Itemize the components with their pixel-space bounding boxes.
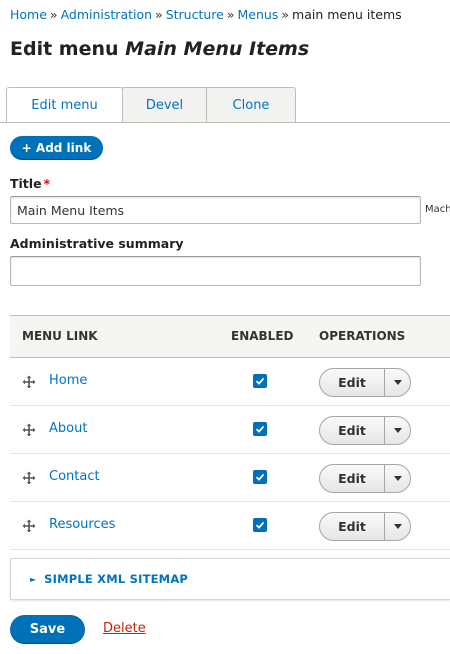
breadcrumb-current: main menu items [292,7,402,22]
tab-bar: Edit menu Devel Clone [6,87,296,123]
checkmark-icon [255,425,265,433]
enabled-checkbox[interactable] [253,374,267,388]
breadcrumb: Home» Administration» Structure» Menus» main… [10,7,402,22]
tab-edit-menu[interactable]: Edit menu [6,87,123,123]
operations-toggle[interactable] [385,417,410,444]
title-input[interactable]: Main Menu Items [10,196,421,224]
edit-button[interactable]: Edit [320,465,385,492]
menu-links-table: MENU LINK ENABLED OPERATIONS Home Edit A… [10,315,450,550]
menu-link-home[interactable]: Home [49,373,87,388]
header-operations: OPERATIONS [319,329,406,343]
table-header: MENU LINK ENABLED OPERATIONS [10,315,450,358]
checkmark-icon [255,377,265,385]
operations-dropbutton: Edit [319,416,411,445]
summary-label: Administrative summary [10,236,184,251]
delete-link[interactable]: Delete [103,621,146,636]
table-row: About Edit [10,406,450,454]
breadcrumb-structure[interactable]: Structure [166,7,224,22]
chevron-down-icon [393,524,402,529]
tab-clone[interactable]: Clone [206,87,296,122]
enabled-checkbox[interactable] [253,422,267,436]
machine-name-label: Mach [425,204,450,215]
enabled-checkbox[interactable] [253,518,267,532]
title-label-text: Title [10,176,42,191]
required-marker: * [43,176,51,191]
drag-handle-icon[interactable] [22,422,36,437]
title-label: Title * [10,176,50,191]
summary-input[interactable] [10,256,421,286]
operations-toggle[interactable] [385,465,410,492]
tab-devel[interactable]: Devel [122,87,207,122]
breadcrumb-separator: » [281,7,290,22]
menu-link-contact[interactable]: Contact [49,469,100,484]
header-menu-link: MENU LINK [22,329,98,343]
menu-link-resources[interactable]: Resources [49,517,115,532]
chevron-down-icon [393,476,402,481]
operations-toggle[interactable] [385,513,410,540]
edit-button[interactable]: Edit [320,417,385,444]
edit-button[interactable]: Edit [320,369,385,396]
operations-dropbutton: Edit [319,464,411,493]
sitemap-details[interactable]: ► SIMPLE XML SITEMAP [10,558,450,600]
drag-handle-icon[interactable] [22,374,36,389]
save-button[interactable]: Save [10,615,85,644]
header-enabled: ENABLED [231,329,294,343]
table-row: Home Edit [10,358,450,406]
expand-triangle-icon: ► [30,574,37,584]
breadcrumb-administration[interactable]: Administration [61,7,152,22]
add-link-button[interactable]: + Add link [10,136,103,160]
page-title-prefix: Edit menu [10,38,119,60]
menu-link-about[interactable]: About [49,421,87,436]
tabs-divider [0,122,450,123]
checkmark-icon [255,473,265,481]
page-title: Edit menu Main Menu Items [10,38,309,60]
breadcrumb-home[interactable]: Home [10,7,47,22]
operations-dropbutton: Edit [319,368,411,397]
page-title-menu-name: Main Menu Items [125,38,310,60]
chevron-down-icon [393,428,402,433]
drag-handle-icon[interactable] [22,518,36,533]
drag-handle-icon[interactable] [22,470,36,485]
enabled-checkbox[interactable] [253,470,267,484]
table-row: Resources Edit [10,502,450,550]
sitemap-summary[interactable]: SIMPLE XML SITEMAP [44,572,188,586]
breadcrumb-menus[interactable]: Menus [238,7,279,22]
breadcrumb-separator: » [155,7,163,22]
edit-button[interactable]: Edit [320,513,385,540]
breadcrumb-separator: » [226,7,235,22]
breadcrumb-separator: » [49,7,58,22]
checkmark-icon [255,521,265,529]
operations-dropbutton: Edit [319,512,411,541]
title-input-value: Main Menu Items [17,202,125,218]
table-row: Contact Edit [10,454,450,502]
chevron-down-icon [393,380,402,385]
operations-toggle[interactable] [385,369,410,396]
